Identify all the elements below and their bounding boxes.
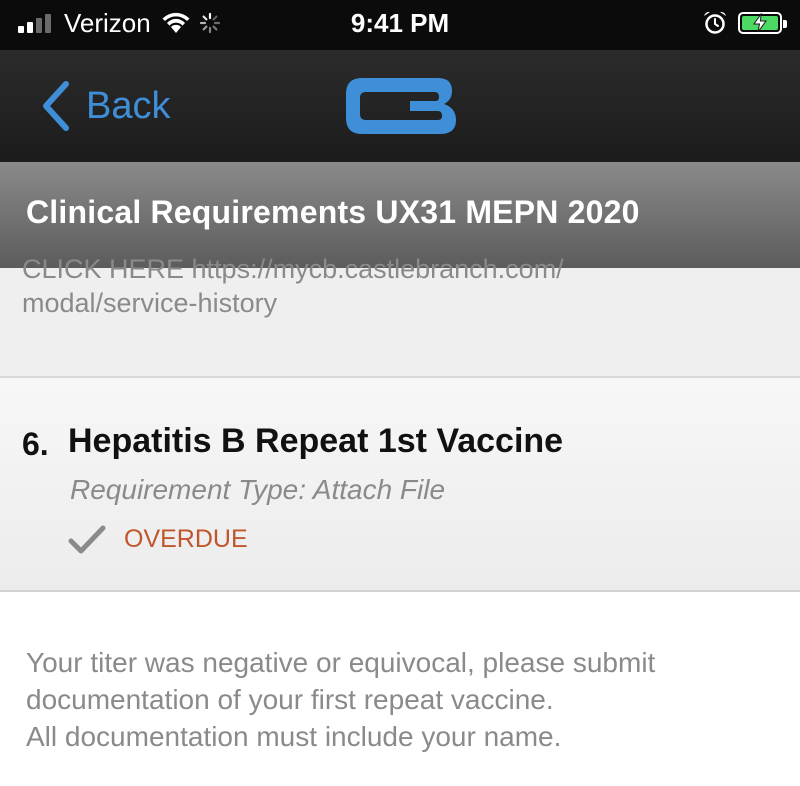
requirement-item[interactable]: 6. Hepatitis B Repeat 1st Vaccine Requir… [0, 378, 800, 592]
chevron-left-icon [43, 81, 69, 131]
charging-bolt-icon [753, 13, 767, 33]
requirement-type: Requirement Type: Attach File [70, 474, 446, 505]
back-button[interactable]: Back [38, 78, 170, 134]
service-history-link[interactable]: modal/service-history [22, 288, 277, 319]
requirement-title: Hepatitis B Repeat 1st Vaccine [68, 422, 564, 460]
status-time: 9:41 PM [350, 8, 450, 38]
description-text: Your titer was negative or equivocal, pl… [26, 644, 786, 755]
status-badge: OVERDUE [124, 524, 248, 553]
description-line: Your titer was negative or equivocal, pl… [26, 647, 656, 678]
back-label: Back [86, 84, 171, 127]
cb-logo-icon [346, 78, 456, 134]
page-title: Clinical Requirements UX31 MEPN 2020 [26, 194, 640, 230]
service-history-link-prefix[interactable]: CLICK HERE https://mycb.castlebranch.com… [22, 254, 564, 285]
battery-icon [738, 12, 787, 34]
requirements-list: CLICK HERE https://mycb.castlebranch.com… [0, 254, 800, 786]
requirement-number: 6. [22, 426, 49, 462]
checkmark-icon [68, 525, 106, 554]
alarm-clock-icon [704, 11, 726, 34]
previous-requirement-details: CLICK HERE https://mycb.castlebranch.com… [0, 254, 800, 378]
status-bar: Verizon 9:41 PM [0, 0, 800, 50]
requirement-description: Your titer was negative or equivocal, pl… [0, 592, 800, 786]
requirement-status: OVERDUE [68, 524, 248, 554]
navigation-bar: Back [0, 50, 800, 162]
description-line: documentation of your first repeat vacci… [26, 684, 554, 715]
status-right [702, 8, 787, 38]
page-title-bar: Clinical Requirements UX31 MEPN 2020 [0, 162, 800, 268]
description-line: All documentation must include your name… [26, 721, 562, 752]
